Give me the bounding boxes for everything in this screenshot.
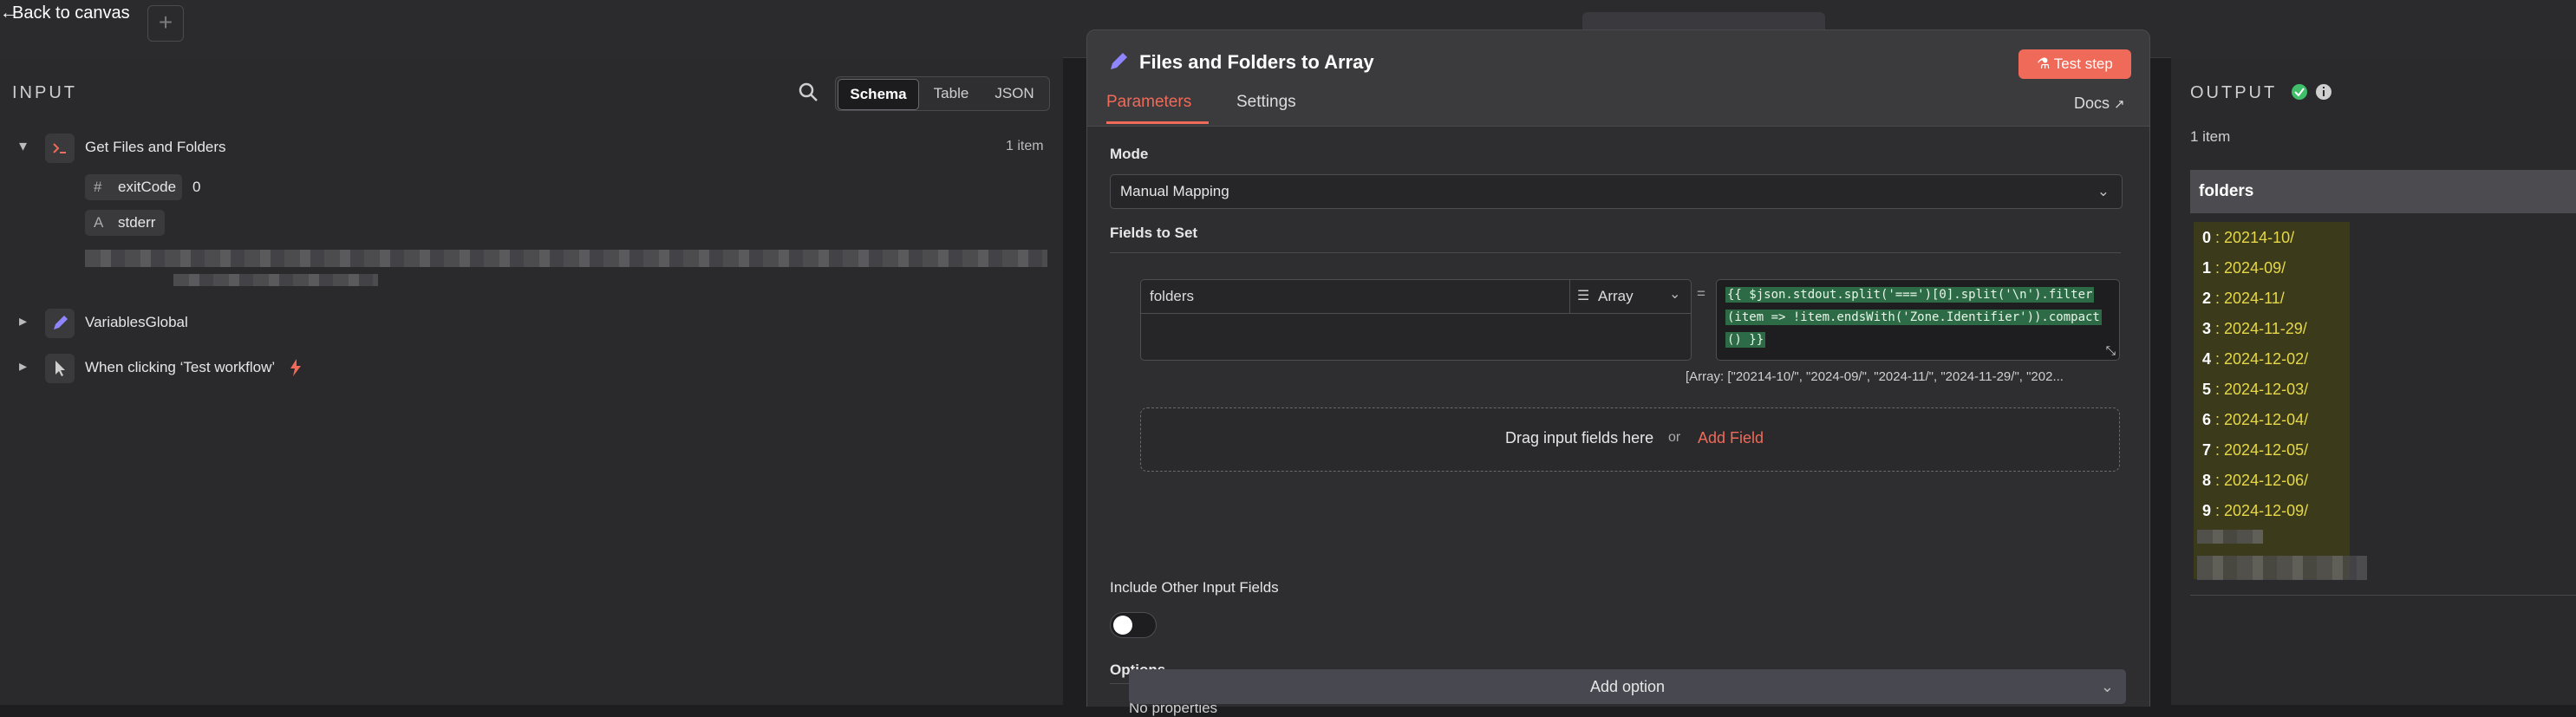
active-tab-indicator (1106, 121, 1209, 124)
array-item: 4 : 2024-12-02/ (2202, 350, 2309, 368)
divider (1110, 252, 2121, 253)
field-name-value: folders (1150, 288, 1195, 304)
parameters-body: Mode Manual Mapping ⌄ Fields to Set fold… (1087, 126, 2149, 716)
divider (2190, 595, 2576, 596)
toggle-knob (1113, 616, 1132, 635)
array-item: 2 : 2024-11/ (2202, 290, 2285, 307)
tab-parameters[interactable]: Parameters (1106, 93, 1191, 112)
equals-sign: = (1697, 285, 1705, 302)
view-table-button[interactable]: Table (921, 79, 981, 108)
back-to-canvas-link[interactable]: Back to canvas (12, 3, 130, 23)
chevron-down-icon: ⌄ (2097, 183, 2110, 199)
field-name-input[interactable]: folders (1141, 280, 1570, 314)
chevron-right-icon[interactable]: ▸ (19, 357, 27, 375)
field-exitcode[interactable]: # exitCode (85, 174, 182, 200)
node-item-count: 1 item (1006, 139, 1044, 153)
node-label: VariablesGlobal (85, 314, 188, 330)
column-name: folders (2199, 182, 2254, 200)
expression-line: (item => !item.endsWith('Zone.Identifier… (1725, 310, 2102, 325)
redacted-field (2197, 530, 2263, 544)
node-label: Get Files and Folders (85, 139, 226, 155)
terminal-icon (45, 134, 75, 163)
field-type-value: Array (1598, 288, 1634, 304)
pencil-icon (45, 309, 75, 338)
test-step-label: Test step (2053, 55, 2113, 72)
view-schema-button[interactable]: Schema (838, 79, 919, 110)
include-other-fields-toggle[interactable] (1110, 612, 1157, 638)
array-item: 6 : 2024-12-04/ (2202, 411, 2309, 428)
chevron-down-icon: ⌄ (1669, 287, 1681, 302)
expand-icon[interactable]: ⤡ (2106, 343, 2116, 358)
input-title: INPUT (12, 83, 77, 102)
mode-select[interactable]: Manual Mapping ⌄ (1110, 174, 2123, 209)
array-item: 5 : 2024-12-03/ (2202, 381, 2309, 398)
node-title[interactable]: Files and Folders to Array (1139, 51, 1374, 74)
info-icon[interactable] (2315, 83, 2332, 101)
lightning-icon (290, 359, 301, 376)
node-get-files[interactable]: ▾ Get Files and Folders 1 item (0, 130, 1063, 165)
field-stderr[interactable]: A stderr (85, 210, 165, 236)
drop-or: or (1668, 430, 1681, 445)
array-item: 7 : 2024-12-05/ (2202, 441, 2309, 459)
expression-editor[interactable]: {{ $json.stdout.split('===')[0].split('\… (1716, 279, 2120, 361)
add-tab-button[interactable]: + (147, 5, 184, 42)
fields-to-set-label: Fields to Set (1110, 225, 1198, 241)
redacted-field (173, 274, 378, 286)
chevron-down-icon[interactable]: ▾ (19, 137, 27, 155)
chevron-right-icon[interactable]: ▸ (19, 312, 27, 330)
flask-icon: ⚗ (2037, 55, 2054, 72)
node-manual-trigger[interactable]: ▸ When clicking ‘Test workflow’ (0, 350, 1063, 385)
node-variables-global[interactable]: ▸ VariablesGlobal (0, 305, 1063, 340)
output-panel: OUTPUT 1 item folders 0 : 20214-10/ 1 : … (2171, 57, 2576, 705)
array-item: 8 : 2024-12-06/ (2202, 472, 2309, 489)
input-panel: INPUT Schema Table JSON ▾ Get Files and … (0, 57, 1063, 705)
tab-settings[interactable]: Settings (1236, 93, 1296, 112)
field-value: 0 (192, 179, 201, 195)
folders-array: 0 : 20214-10/ 1 : 2024-09/ 2 : 2024-11/ … (2194, 222, 2350, 579)
field-name: exitCode (118, 179, 177, 195)
field-type-select[interactable]: ☰ Array ⌄ (1570, 280, 1691, 314)
string-type-icon: A (94, 214, 104, 231)
mode-value: Manual Mapping (1120, 183, 1229, 199)
drop-text: Drag input fields here (1505, 429, 1654, 446)
list-icon: ☰ (1577, 289, 1590, 303)
external-link-icon: ↗ (2114, 97, 2125, 112)
output-item-count: 1 item (2190, 128, 2231, 145)
array-item: 0 : 20214-10/ (2202, 229, 2295, 246)
pencil-icon (1111, 53, 1127, 69)
mode-label: Mode (1110, 146, 1149, 162)
number-type-icon: # (94, 179, 102, 195)
drop-zone[interactable]: Drag input fields here or Add Field (1140, 407, 2120, 472)
view-json-button[interactable]: JSON (983, 79, 1046, 108)
search-icon[interactable] (798, 81, 818, 102)
redacted-field (85, 250, 1047, 267)
node-label: When clicking ‘Test workflow’ (85, 359, 276, 375)
test-step-button[interactable]: ⚗ Test step (2018, 49, 2131, 79)
field-name: stderr (118, 214, 156, 231)
output-column-header: folders (2190, 170, 2576, 213)
redacted-field (2197, 556, 2367, 580)
add-field-link[interactable]: Add Field (1698, 429, 1764, 447)
expression-result: [Array: ["20214-10/", "2024-09/", "2024-… (1686, 369, 2064, 384)
node-editor-panel: Files and Folders to Array ⚗ Test step P… (1086, 29, 2150, 716)
expression-line: {{ $json.stdout.split('===')[0].split('\… (1725, 287, 2095, 303)
add-option-button[interactable]: Add option ⌄ (1129, 669, 2126, 704)
view-mode-switch: Schema Table JSON (835, 76, 1050, 111)
cursor-icon (45, 354, 75, 383)
include-other-fields-label: Include Other Input Fields (1110, 579, 1279, 596)
output-title: OUTPUT (2190, 83, 2278, 102)
docs-link[interactable]: Docs ↗ (2074, 95, 2125, 113)
array-item: 3 : 2024-11-29/ (2202, 320, 2307, 337)
expression-line: () }} (1725, 332, 1766, 348)
success-check-icon (2292, 84, 2307, 100)
chevron-down-icon: ⌄ (2100, 678, 2114, 695)
array-item: 9 : 2024-12-09/ (2202, 502, 2309, 519)
field-assignment: folders ☰ Array ⌄ (1140, 279, 1692, 361)
add-option-label: Add option (1589, 678, 1666, 695)
array-item: 1 : 2024-09/ (2202, 259, 2286, 277)
docs-label: Docs (2074, 95, 2110, 112)
